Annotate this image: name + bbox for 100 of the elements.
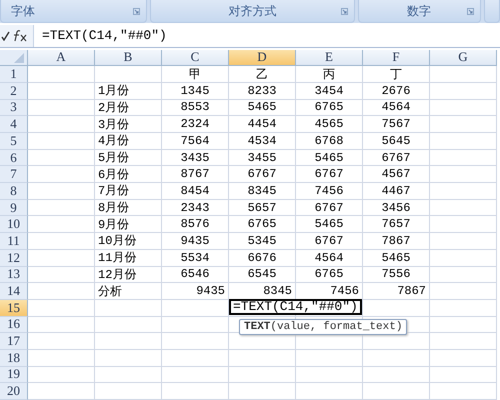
function-icon[interactable] (12, 30, 28, 42)
table-cell (28, 250, 95, 266)
table-cell: 6767 (363, 150, 430, 166)
row-header[interactable]: 7 (0, 166, 28, 184)
row-header[interactable]: 15 (0, 300, 28, 317)
column-header[interactable]: B (95, 50, 162, 66)
row-header[interactable]: 17 (0, 333, 28, 350)
table-cell: 6676 (229, 250, 296, 266)
table-cell: 3456 (363, 200, 430, 216)
row-header[interactable]: 16 (0, 316, 28, 334)
table-cell (95, 366, 162, 384)
table-cell (430, 150, 497, 166)
column-header[interactable]: A (28, 50, 95, 66)
table-cell (28, 366, 95, 384)
row-header[interactable]: 5 (0, 133, 28, 150)
table-cell (95, 383, 162, 400)
table-cell: 5465 (229, 100, 296, 116)
table-cell: 7456 (296, 183, 363, 200)
corner-triangle-icon[interactable] (14, 53, 24, 64)
table-cell (430, 133, 497, 150)
table-cell: 8553 (162, 100, 229, 116)
formula-text[interactable]: =TEXT(C14,″##0″) (34, 28, 167, 44)
table-cell: 8233 (229, 82, 296, 100)
row-header[interactable]: 12 (0, 250, 28, 266)
table-cell: 6765 (296, 100, 363, 116)
table-cell (28, 333, 95, 350)
table-cell (162, 316, 229, 334)
table-cell: 7556 (363, 266, 430, 284)
table-cell (430, 316, 497, 334)
table-cell (28, 200, 95, 216)
table-cell: 3435 (162, 150, 229, 166)
table-cell (162, 383, 229, 400)
table-cell: 2343 (162, 200, 229, 216)
table-cell (95, 300, 162, 317)
row-header[interactable]: 20 (0, 383, 28, 400)
row-header[interactable]: 18 (0, 350, 28, 367)
table-cell (430, 200, 497, 216)
row-header[interactable]: 9 (0, 200, 28, 216)
row-header[interactable]: 4 (0, 116, 28, 133)
table-cell (430, 383, 497, 400)
table-cell: 6765 (229, 216, 296, 234)
table-cell: 6月份 (95, 166, 162, 184)
table-cell (229, 350, 296, 367)
table-cell: 丙 (296, 66, 363, 83)
table-cell: 5465 (363, 250, 430, 266)
table-cell (28, 350, 95, 367)
row-header[interactable]: 3 (0, 100, 28, 116)
table-cell (296, 350, 363, 367)
column-header[interactable]: D (229, 50, 296, 66)
row-header[interactable]: 8 (0, 183, 28, 200)
check-icon[interactable] (1, 30, 10, 41)
table-cell: 1月份 (95, 82, 162, 100)
table-cell: 5534 (162, 250, 229, 266)
table-cell (28, 183, 95, 200)
table-cell (229, 333, 296, 350)
row-header[interactable]: 6 (0, 150, 28, 166)
table-cell: 8月份 (95, 200, 162, 216)
table-cell: 6545 (229, 266, 296, 284)
cell-editor[interactable]: =TEXT(C14,″##0″) (229, 298, 362, 315)
table-cell: 4567 (363, 166, 430, 184)
table-cell (430, 66, 497, 83)
table-cell: 4564 (363, 100, 430, 116)
row-header[interactable]: 19 (0, 366, 28, 384)
row-header[interactable]: 10 (0, 216, 28, 234)
column-header[interactable]: G (430, 50, 497, 66)
table-cell: 5465 (296, 150, 363, 166)
table-cell: 甲 (162, 66, 229, 83)
row-header[interactable]: 2 (0, 82, 28, 100)
table-cell: 7564 (162, 133, 229, 150)
table-cell: 6767 (296, 166, 363, 184)
table-cell: 2324 (162, 116, 229, 133)
group-label: 对齐方式 (228, 2, 276, 20)
table-cell: 9435 (162, 283, 229, 300)
row-header[interactable]: 14 (0, 283, 28, 300)
column-header[interactable]: F (363, 50, 430, 66)
table-cell: 3月份 (95, 116, 162, 133)
table-cell: 7867 (363, 233, 430, 250)
table-cell: 6768 (296, 133, 363, 150)
table-cell (28, 82, 95, 100)
column-header[interactable]: E (296, 50, 363, 66)
table-cell: 5657 (229, 200, 296, 216)
table-cell (95, 350, 162, 367)
table-cell (229, 383, 296, 400)
table-cell: 7月份 (95, 183, 162, 200)
dialog-launcher-icon[interactable] (466, 8, 474, 15)
table-cell (28, 66, 95, 83)
row-header[interactable]: 13 (0, 266, 28, 284)
row-header[interactable]: 11 (0, 233, 28, 250)
table-cell (430, 82, 497, 100)
row-header[interactable]: 1 (0, 66, 28, 83)
table-cell (28, 266, 95, 284)
dialog-launcher-icon[interactable] (133, 8, 140, 15)
table-cell: 6546 (162, 266, 229, 284)
group-label: 数字 (407, 2, 432, 20)
ribbon-group (484, 0, 500, 24)
column-header[interactable]: C (162, 50, 229, 66)
select-all-corner[interactable] (0, 50, 28, 66)
table-cell: 6767 (229, 166, 296, 184)
table-cell: 5月份 (95, 150, 162, 166)
dialog-launcher-icon[interactable] (340, 8, 348, 15)
